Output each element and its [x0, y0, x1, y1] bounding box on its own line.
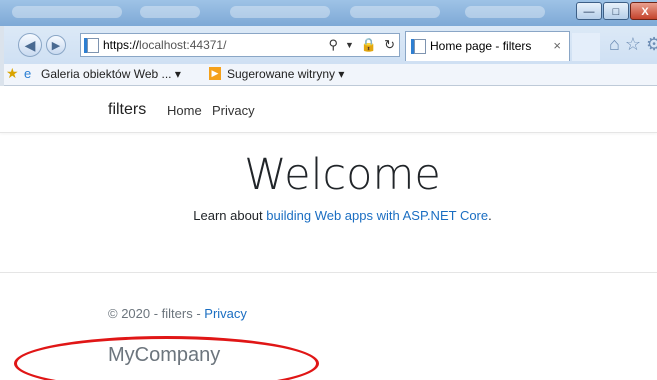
back-button[interactable]: ◀ [18, 33, 42, 57]
tab-page-icon [411, 39, 426, 54]
nav-link-home[interactable]: Home [167, 103, 202, 118]
site-navbar: filters Home Privacy [0, 86, 657, 133]
forward-button[interactable]: ▶ [46, 35, 66, 55]
favorites-item-gallery[interactable]: Galeria obiektów Web ... ▾ [41, 67, 181, 81]
toolbar-icons: ⌂☆⚙ [609, 34, 657, 55]
blurred-tab-label [140, 6, 200, 18]
blurred-tab-label [230, 6, 330, 18]
navigation-bar: ◀ ▶ https://localhost:44371/ ⚲ ▼ 🔒 ↻ Hom… [0, 26, 657, 64]
ie-icon: e [24, 66, 32, 81]
maximize-button[interactable]: □ [603, 2, 629, 20]
blurred-tab-label [12, 6, 122, 18]
tab-home-page[interactable]: Home page - filters × [405, 31, 570, 61]
highlight-ellipse [14, 336, 319, 380]
address-bar-icons: ⚲ ▼ 🔒 ↻ [328, 37, 395, 53]
refresh-icon[interactable]: ↻ [384, 37, 395, 53]
web-page: filters Home Privacy Welcome Learn about… [0, 86, 657, 380]
dropdown-icon[interactable]: ▼ [345, 37, 354, 53]
browser-window: — □ X ◀ ▶ https://localhost:44371/ ⚲ ▼ 🔒… [0, 0, 657, 380]
blurred-tab-label [465, 6, 545, 18]
url-text[interactable]: https://localhost:44371/ [103, 38, 226, 52]
home-icon[interactable]: ⌂ [609, 34, 625, 54]
close-window-button[interactable]: X [630, 2, 657, 20]
favorites-item-suggested[interactable]: Sugerowane witryny ▾ [227, 67, 344, 81]
title-bar: — □ X [0, 0, 657, 26]
tab-title: Home page - filters [430, 39, 532, 53]
tab-close-icon[interactable]: × [553, 38, 561, 53]
nav-link-privacy[interactable]: Privacy [212, 103, 255, 118]
back-arrow-icon: ◀ [24, 36, 36, 53]
forward-arrow-icon: ▶ [51, 39, 61, 52]
aspnet-core-link[interactable]: building Web apps with ASP.NET Core [266, 208, 488, 223]
footer-text: © 2020 - filters - Privacy [108, 306, 247, 321]
favorites-bar: ★ e Galeria obiektów Web ... ▾ ▶ Sugerow… [0, 64, 657, 86]
footer-privacy-link[interactable]: Privacy [204, 306, 247, 321]
page-heading: Welcome [244, 150, 441, 200]
site-brand[interactable]: filters [108, 101, 146, 119]
minimize-button[interactable]: — [576, 2, 602, 20]
learn-text: Learn about building Web apps with ASP.N… [193, 208, 492, 223]
address-bar[interactable]: https://localhost:44371/ ⚲ ▼ 🔒 ↻ [80, 33, 400, 57]
footer-divider [0, 272, 657, 273]
lock-icon[interactable]: 🔒 [361, 37, 377, 53]
search-icon[interactable]: ⚲ [328, 37, 338, 53]
add-favorite-icon[interactable]: ★ [6, 65, 19, 82]
blurred-tab-label [350, 6, 440, 18]
new-tab-button[interactable] [572, 33, 600, 61]
page-icon [84, 38, 99, 53]
bing-icon: ▶ [209, 67, 221, 80]
gear-icon[interactable]: ⚙ [646, 34, 657, 54]
favorites-star-icon[interactable]: ☆ [625, 34, 646, 54]
